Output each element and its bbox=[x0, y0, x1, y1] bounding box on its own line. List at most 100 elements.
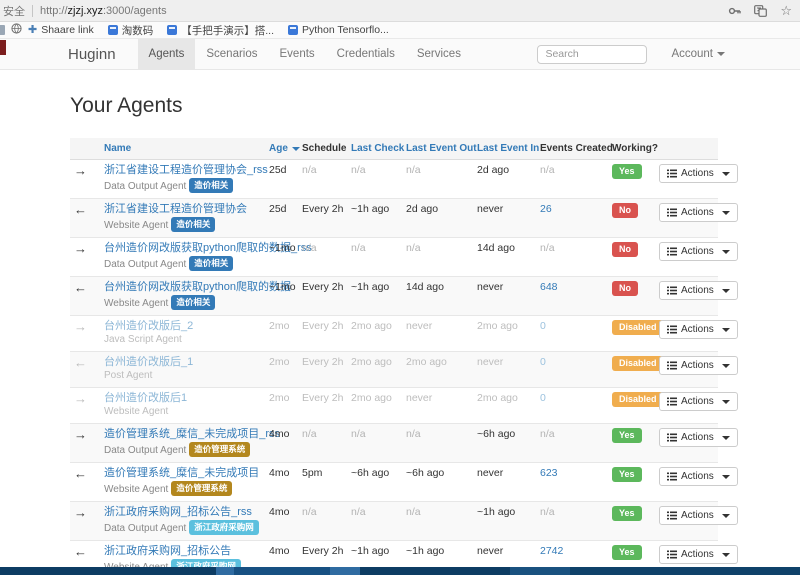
agent-type-label: Data Output Agent bbox=[104, 445, 186, 456]
agent-name-link[interactable]: 台州造价改版后_1 bbox=[104, 356, 193, 368]
table-row: → 台州造价改版后1 Website Agent 2mo Every 2h 2m… bbox=[70, 388, 718, 424]
age-cell: 4mo bbox=[265, 463, 298, 502]
last-check-cell: n/a bbox=[347, 160, 402, 199]
actions-button[interactable]: Actions bbox=[659, 545, 738, 564]
age-cell: ~1mo bbox=[265, 277, 298, 316]
account-menu[interactable]: Account bbox=[671, 48, 725, 60]
actions-button-label: Actions bbox=[681, 324, 714, 335]
events-created-link[interactable]: 0 bbox=[540, 320, 546, 332]
list-icon bbox=[667, 550, 677, 559]
actions-button[interactable]: Actions bbox=[659, 320, 738, 339]
agent-name-link[interactable]: 造价管理系统_糜信_未完成项目_rss bbox=[104, 428, 280, 440]
actions-button[interactable]: Actions bbox=[659, 356, 738, 375]
agent-name-link[interactable]: 台州造价改版后_2 bbox=[104, 320, 193, 332]
agent-name-link[interactable]: 台州造价网改版获取python爬取的数据 bbox=[104, 281, 291, 293]
schedule-cell: n/a bbox=[298, 160, 347, 199]
actions-button-label: Actions bbox=[681, 396, 714, 407]
last-event-out-cell: ~6h ago bbox=[402, 463, 473, 502]
nav-item-scenarios[interactable]: Scenarios bbox=[195, 39, 268, 69]
schedule-cell: Every 2h bbox=[298, 199, 347, 238]
sort-name-header[interactable]: Name bbox=[104, 143, 131, 154]
actions-button[interactable]: Actions bbox=[659, 506, 738, 525]
agent-name-link[interactable]: 浙江省建设工程造价管理协会_rss bbox=[104, 164, 268, 176]
translate-icon[interactable] bbox=[754, 5, 767, 17]
events-created-link[interactable]: 0 bbox=[540, 392, 546, 404]
events-created-link[interactable]: 0 bbox=[540, 356, 546, 368]
agent-type-label: Data Output Agent bbox=[104, 181, 186, 192]
chevron-down-icon bbox=[722, 328, 730, 332]
sort-last-check-header[interactable]: Last Check bbox=[351, 143, 404, 154]
bookmark-star-icon[interactable]: ☆ bbox=[780, 4, 792, 17]
agent-name-link[interactable]: 造价管理系统_糜信_未完成项目 bbox=[104, 467, 259, 479]
sort-last-event-in-header[interactable]: Last Event In bbox=[477, 143, 539, 154]
status-badge: No bbox=[612, 203, 638, 218]
last-event-out-cell: 2d ago bbox=[402, 199, 473, 238]
sort-age-header[interactable]: Age bbox=[269, 143, 300, 154]
scenario-badge[interactable]: 造价管理系统 bbox=[189, 442, 250, 457]
actions-button[interactable]: Actions bbox=[659, 467, 738, 486]
status-badge: No bbox=[612, 281, 638, 296]
nav-item-credentials[interactable]: Credentials bbox=[326, 39, 406, 69]
status-badge: Yes bbox=[612, 545, 642, 560]
chevron-down-icon bbox=[722, 400, 730, 404]
last-check-cell: ~6h ago bbox=[347, 463, 402, 502]
nav-item-events[interactable]: Events bbox=[269, 39, 326, 69]
bookmark-taoshuma[interactable]: 淘数码 bbox=[108, 23, 154, 38]
events-created-cell: 648 bbox=[536, 277, 608, 316]
last-check-cell: 2mo ago bbox=[347, 388, 402, 424]
header-actions-spacer bbox=[655, 138, 718, 160]
scenario-badge[interactable]: 造价相关 bbox=[171, 217, 215, 232]
list-icon bbox=[667, 208, 677, 217]
actions-button[interactable]: Actions bbox=[659, 203, 738, 222]
schedule-cell: Every 2h bbox=[298, 352, 347, 388]
scenario-badge[interactable]: 造价管理系统 bbox=[171, 481, 232, 496]
search-input[interactable] bbox=[537, 45, 647, 64]
list-icon bbox=[667, 361, 677, 370]
page-title: Your Agents bbox=[70, 94, 800, 118]
last-check-cell: n/a bbox=[347, 502, 402, 541]
scenario-badge[interactable]: 造价相关 bbox=[189, 178, 233, 193]
events-created-cell: 0 bbox=[536, 388, 608, 424]
actions-button-label: Actions bbox=[681, 168, 714, 179]
list-icon bbox=[667, 511, 677, 520]
actions-button[interactable]: Actions bbox=[659, 242, 738, 261]
last-event-out-cell: n/a bbox=[402, 160, 473, 199]
events-created-cell: 0 bbox=[536, 352, 608, 388]
bookmark-demo[interactable]: 【手把手演示】搭... bbox=[167, 23, 274, 38]
scenario-badge[interactable]: 造价相关 bbox=[189, 256, 233, 271]
events-created-link[interactable]: 648 bbox=[540, 281, 558, 293]
address-url[interactable]: http://zjzj.xyz:3000/agents bbox=[40, 5, 167, 17]
schedule-cell: Every 2h bbox=[298, 388, 347, 424]
globe-icon[interactable] bbox=[11, 23, 22, 37]
events-created-link[interactable]: 623 bbox=[540, 467, 558, 479]
age-cell: ~1mo bbox=[265, 238, 298, 277]
nav-item-agents[interactable]: Agents bbox=[138, 39, 196, 69]
brand-huginn[interactable]: Huginn bbox=[68, 46, 116, 63]
actions-button[interactable]: Actions bbox=[659, 392, 738, 411]
bookmark-python-tensorflow[interactable]: Python Tensorflo... bbox=[288, 24, 389, 36]
last-event-in-cell: never bbox=[473, 277, 536, 316]
sort-last-event-out-header[interactable]: Last Event Out bbox=[406, 143, 477, 154]
scenario-badge[interactable]: 造价相关 bbox=[171, 295, 215, 310]
screen: 安全 http://zjzj.xyz:3000/agents ☆ ✚Shaare… bbox=[0, 0, 800, 575]
actions-button[interactable]: Actions bbox=[659, 281, 738, 300]
events-created-link[interactable]: 2742 bbox=[540, 545, 563, 557]
clipped-favicon[interactable] bbox=[0, 25, 5, 35]
events-created-link[interactable]: 26 bbox=[540, 203, 552, 215]
agent-name-link[interactable]: 台州造价改版后1 bbox=[104, 392, 187, 404]
browser-url-bar[interactable]: 安全 http://zjzj.xyz:3000/agents ☆ bbox=[0, 0, 800, 22]
taskbar[interactable] bbox=[0, 567, 800, 575]
status-badge: Yes bbox=[612, 467, 642, 482]
status-badge: Yes bbox=[612, 428, 642, 443]
nav-item-services[interactable]: Services bbox=[406, 39, 472, 69]
agent-name-link[interactable]: 浙江省建设工程造价管理协会 bbox=[104, 203, 247, 215]
agent-name-link[interactable]: 浙江政府采购网_招标公告_rss bbox=[104, 506, 252, 518]
agent-name-link[interactable]: 浙江政府采购网_招标公告 bbox=[104, 545, 231, 557]
scenario-badge[interactable]: 浙江政府采购网 bbox=[189, 520, 259, 535]
bookmark-shaare-link[interactable]: ✚Shaare link bbox=[28, 24, 94, 36]
actions-button[interactable]: Actions bbox=[659, 428, 738, 447]
chevron-down-icon bbox=[717, 52, 725, 56]
key-icon[interactable] bbox=[728, 5, 741, 17]
chevron-down-icon bbox=[722, 289, 730, 293]
actions-button[interactable]: Actions bbox=[659, 164, 738, 183]
